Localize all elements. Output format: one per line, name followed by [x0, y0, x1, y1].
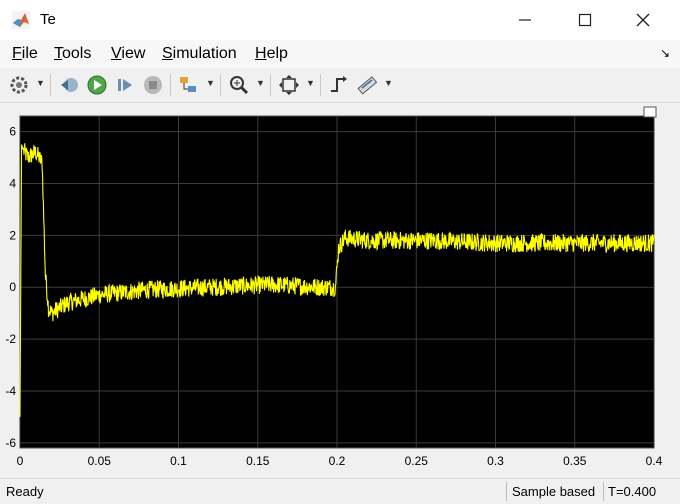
maximize-button[interactable]: [562, 4, 608, 36]
toolbar-separator: [270, 74, 271, 96]
status-time: T=0.400: [608, 484, 657, 499]
signal-dropdown-icon[interactable]: ▼: [206, 78, 215, 88]
y-tick-label: -6: [5, 436, 16, 450]
toolbar-separator: [320, 74, 321, 96]
toolbar: ▼ ▼ ▼ ▼ ▼: [0, 68, 680, 103]
step-back-icon[interactable]: [58, 74, 80, 96]
expand-icon[interactable]: [643, 106, 657, 118]
toolbar-separator: [220, 74, 221, 96]
menu-bar: File Tools View Simulation Help ↘: [0, 40, 680, 68]
measurements-dropdown-icon[interactable]: ▼: [384, 78, 393, 88]
menu-tools[interactable]: Tools: [54, 45, 91, 63]
fit-dropdown-icon[interactable]: ▼: [306, 78, 315, 88]
x-tick-label: 0.25: [405, 454, 429, 468]
status-separator: [506, 482, 507, 501]
x-tick-label: 0.4: [646, 454, 663, 468]
zoom-dropdown-icon[interactable]: ▼: [256, 78, 265, 88]
y-tick-label: 0: [9, 280, 16, 294]
title-bar: Te: [0, 0, 680, 40]
x-tick-label: 0: [17, 454, 24, 468]
window-title: Te: [40, 11, 56, 28]
y-tick-label: -4: [5, 384, 16, 398]
x-tick-label: 0.2: [329, 454, 346, 468]
step-forward-icon[interactable]: [114, 74, 136, 96]
toolbar-separator: [50, 74, 51, 96]
gear-icon[interactable]: [8, 74, 30, 96]
menu-help[interactable]: Help: [255, 45, 288, 63]
y-tick-label: -2: [5, 332, 16, 346]
status-ready: Ready: [6, 484, 44, 499]
x-tick-label: 0.15: [246, 454, 270, 468]
run-icon[interactable]: [86, 74, 108, 96]
plot-area: 0 0.05 0.1 0.15 0.2 0.25 0.3 0.35 0.4 6 4 2 0 -2 -4 -6: [0, 104, 680, 476]
minimize-icon: [519, 19, 531, 21]
menu-file[interactable]: File: [12, 45, 38, 63]
stop-icon[interactable]: [142, 74, 164, 96]
x-tick-label: 0.3: [487, 454, 504, 468]
close-button[interactable]: [620, 4, 666, 36]
close-icon: [636, 13, 650, 27]
y-tick-label: 4: [9, 176, 16, 190]
maximize-icon: [578, 13, 592, 27]
y-tick-label: 2: [9, 228, 16, 242]
scope-plot[interactable]: 0 0.05 0.1 0.15 0.2 0.25 0.3 0.35 0.4 6 4 2 0 -2 -4 -6: [0, 104, 680, 476]
toolbar-separator: [170, 74, 171, 96]
menu-simulation[interactable]: Simulation: [162, 45, 237, 63]
y-tick-label: 6: [9, 125, 16, 139]
minimize-button[interactable]: [502, 4, 548, 36]
signal-select-icon[interactable]: [178, 74, 200, 96]
matlab-icon: [12, 11, 30, 29]
zoom-icon[interactable]: [228, 74, 250, 96]
status-bar: Ready Sample based T=0.400: [0, 478, 680, 504]
gear-dropdown-icon[interactable]: ▼: [36, 78, 45, 88]
status-sample-mode: Sample based: [512, 484, 596, 499]
x-tick-label: 0.05: [88, 454, 112, 468]
fit-to-view-icon[interactable]: [278, 74, 300, 96]
triggers-icon[interactable]: [328, 74, 350, 96]
measurements-icon[interactable]: [356, 74, 378, 96]
status-separator: [603, 482, 604, 501]
menu-overflow-icon[interactable]: ↘: [660, 46, 670, 60]
menu-view[interactable]: View: [111, 45, 145, 63]
x-tick-label: 0.35: [563, 454, 587, 468]
x-tick-label: 0.1: [170, 454, 187, 468]
